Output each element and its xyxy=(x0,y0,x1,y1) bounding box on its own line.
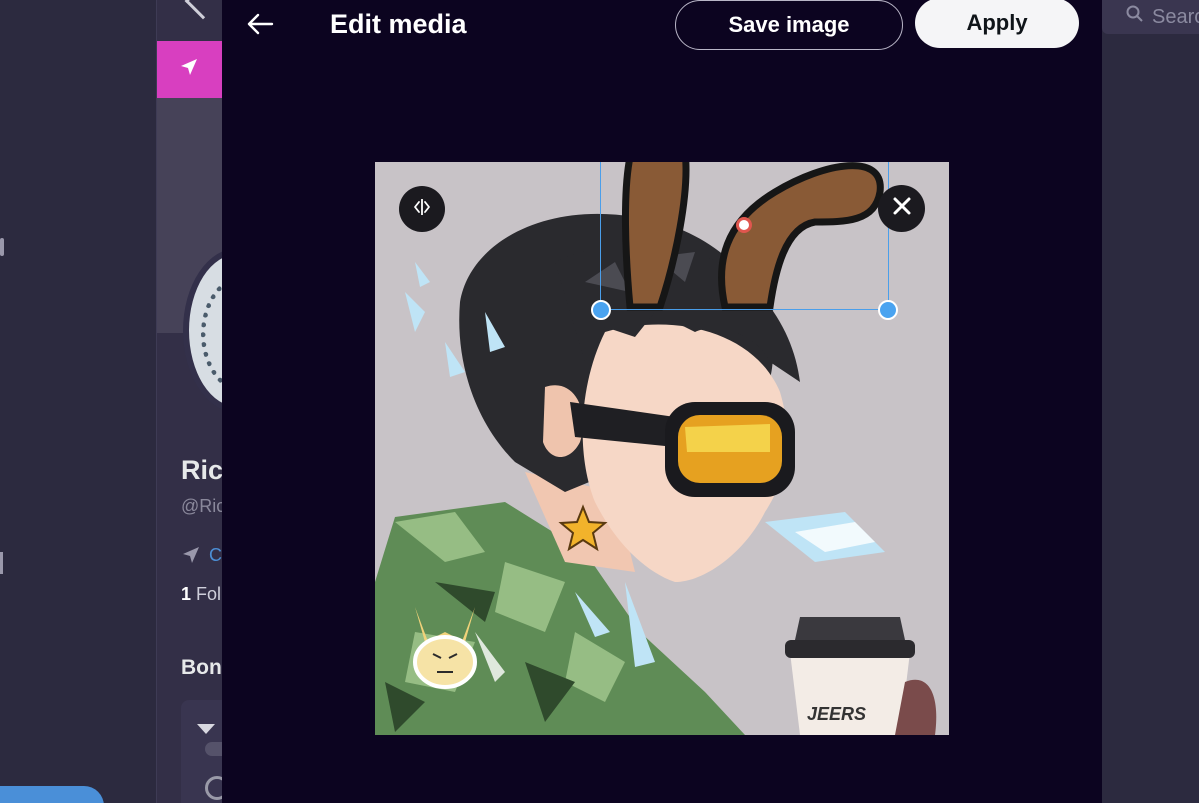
modal-header: Edit media Save image Apply xyxy=(222,0,1102,52)
edit-media-modal: Edit media Save image Apply JEERS xyxy=(222,0,1102,803)
flip-horizontal-icon xyxy=(411,196,433,223)
flip-button[interactable] xyxy=(399,186,445,232)
profile-handle: @Ric xyxy=(181,496,226,516)
paper-plane-icon xyxy=(179,57,199,82)
profile-banner-accent xyxy=(157,41,223,98)
image-canvas[interactable]: JEERS xyxy=(375,162,949,735)
section-heading: Bon xyxy=(181,656,222,679)
left-sidebar xyxy=(0,0,157,803)
save-image-button[interactable]: Save image xyxy=(675,0,903,50)
resize-handle-bottom-right[interactable] xyxy=(878,300,898,320)
follow-count-number: 1 xyxy=(181,584,192,604)
sidebar-fragment xyxy=(0,552,3,574)
search-placeholder: Search xyxy=(1152,5,1199,28)
cup-brand-text: JEERS xyxy=(807,704,866,724)
close-icon xyxy=(892,196,912,221)
follow-count[interactable]: 1 Fol xyxy=(181,584,221,605)
post-button-fragment[interactable] xyxy=(0,786,104,803)
modal-title: Edit media xyxy=(330,9,467,39)
paper-plane-icon xyxy=(181,545,201,570)
rotate-handle[interactable] xyxy=(736,217,752,233)
search-input[interactable]: Search xyxy=(1102,0,1199,34)
remove-sticker-button[interactable] xyxy=(878,185,925,232)
sidebar-fragment xyxy=(0,238,4,256)
follow-count-label: Fol xyxy=(196,584,222,604)
resize-handle-bottom-left[interactable] xyxy=(591,300,611,320)
back-button[interactable] xyxy=(240,6,280,46)
arrow-left-icon xyxy=(246,12,274,41)
search-icon xyxy=(1126,5,1144,29)
right-sidebar xyxy=(1102,0,1199,803)
triangle-down-icon[interactable] xyxy=(197,724,215,734)
profile-name: Ric xyxy=(181,455,224,485)
apply-button[interactable]: Apply xyxy=(915,0,1079,48)
sticker-selection-box[interactable] xyxy=(600,162,889,310)
